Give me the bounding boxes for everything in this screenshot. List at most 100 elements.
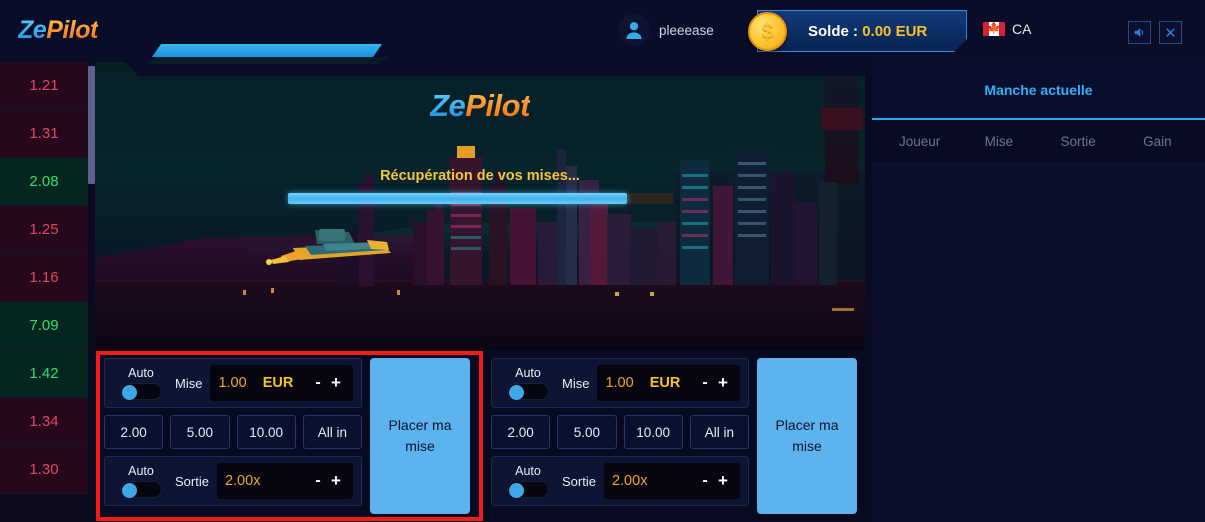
auto-cashout-label: Auto xyxy=(128,464,154,478)
auto-cashout-label: Auto xyxy=(515,464,541,478)
header-decoration-shadow xyxy=(146,57,389,64)
tab-manche-actuelle-label: Manche actuelle xyxy=(984,82,1093,98)
stake-input[interactable]: 1.00 EUR - + xyxy=(597,365,740,401)
quick-stake-button[interactable]: 10.00 xyxy=(623,415,683,449)
stake-currency: EUR xyxy=(262,375,294,391)
auto-cashout-toggle[interactable] xyxy=(507,481,549,498)
stake-value: 1.00 xyxy=(605,375,634,391)
user-icon xyxy=(626,22,642,39)
quick-stake-button[interactable]: 5.00 xyxy=(170,415,230,449)
username-label: pleeease xyxy=(659,22,714,38)
auto-bet-toggle[interactable] xyxy=(507,383,549,400)
game-app-window: ZePilot pleeease Solde : 0.00 EUR $ 🍁 CA xyxy=(0,0,1205,522)
quick-stake-button[interactable]: 5.00 xyxy=(557,415,617,449)
auto-bet-label: Auto xyxy=(128,366,154,380)
stake-row: Auto Mise 1.00 EUR - + xyxy=(104,358,362,408)
brand-logo: ZePilot xyxy=(18,16,98,45)
history-item[interactable]: 1.30 xyxy=(0,446,88,494)
brand-logo-ze: Ze xyxy=(18,16,47,44)
rounds-table-header: Joueur Mise Sortie Gain xyxy=(872,120,1205,162)
app-header: ZePilot pleeease Solde : 0.00 EUR $ 🍁 CA xyxy=(0,0,1205,62)
user-account-block[interactable]: pleeease xyxy=(618,14,714,46)
history-item[interactable]: 1.42 xyxy=(0,350,88,398)
history-item[interactable]: 1.31 xyxy=(0,110,88,158)
cashout-label: Sortie xyxy=(175,473,209,489)
stake-increment-button[interactable]: + xyxy=(327,373,345,393)
progress-bar-track xyxy=(288,193,673,204)
cashout-value: 2.00x xyxy=(224,473,261,489)
stake-decrement-button[interactable]: - xyxy=(309,374,327,392)
quick-stake-button[interactable]: 2.00 xyxy=(491,415,551,449)
cashout-increment-button[interactable]: + xyxy=(714,471,732,491)
locale-label: CA xyxy=(1012,21,1032,37)
cashout-row: Auto Sortie 2.00x - + xyxy=(104,456,362,506)
history-item[interactable]: 1.21 xyxy=(0,62,88,110)
history-item[interactable]: 1.34 xyxy=(0,398,88,446)
quick-stake-button[interactable]: All in xyxy=(302,415,362,449)
rounds-column-header: Gain xyxy=(1143,133,1172,149)
rounds-column-header: Mise xyxy=(984,133,1014,149)
stake-label: Mise xyxy=(175,375,203,391)
bet-panel-fields: Auto Mise 1.00 EUR - +2.00 5.00 10.00 All in Auto… xyxy=(104,358,362,514)
stake-increment-button[interactable]: + xyxy=(714,373,732,393)
history-item[interactable]: 7.09 xyxy=(0,302,88,350)
balance-amount: 0.00 xyxy=(862,22,892,40)
cashout-decrement-button[interactable]: - xyxy=(696,472,714,490)
history-scrollbar-thumb[interactable] xyxy=(88,66,95,184)
auto-bet-toggle[interactable] xyxy=(120,383,162,400)
game-canvas: ZePilot Récupération de vos mises... xyxy=(95,62,865,350)
balance-pill[interactable]: Solde : 0.00 EUR xyxy=(757,10,967,52)
auto-cashout-control[interactable]: Auto xyxy=(500,464,556,498)
toggle-knob xyxy=(509,483,524,498)
close-icon[interactable]: ✕ xyxy=(1159,21,1182,44)
auto-bet-control[interactable]: Auto xyxy=(113,366,169,400)
auto-cashout-control[interactable]: Auto xyxy=(113,464,169,498)
toggle-knob xyxy=(122,385,137,400)
place-bet-button[interactable]: Placer ma mise xyxy=(757,358,857,514)
auto-cashout-toggle[interactable] xyxy=(120,481,162,498)
cashout-row: Auto Sortie 2.00x - + xyxy=(491,456,749,506)
stake-row: Auto Mise 1.00 EUR - + xyxy=(491,358,749,408)
game-top-mask xyxy=(95,62,865,76)
balance-label: Solde : xyxy=(808,22,859,40)
history-item[interactable]: 2.08 xyxy=(0,158,88,206)
game-logo-pilot: Pilot xyxy=(465,88,530,123)
bet-panel-primary: Auto Mise 1.00 EUR - +2.00 5.00 10.00 All in Auto… xyxy=(104,358,475,514)
stake-decrement-button[interactable]: - xyxy=(696,374,714,392)
bet-panel-fields: Auto Mise 1.00 EUR - + 2.00 5.00 10.00 All in Auto… xyxy=(491,358,749,514)
progress-bar-fill xyxy=(288,193,627,204)
toggle-knob xyxy=(122,483,137,498)
game-logo: ZePilot xyxy=(95,88,865,124)
cashout-decrement-button[interactable]: - xyxy=(309,472,327,490)
stake-input[interactable]: 1.00 EUR - + xyxy=(210,365,353,401)
speaker-icon[interactable] xyxy=(1128,21,1151,44)
cashout-input[interactable]: 2.00x - + xyxy=(216,463,353,499)
rounds-table-body xyxy=(872,162,1205,522)
cashout-input[interactable]: 2.00x - + xyxy=(603,463,740,499)
tab-manche-actuelle[interactable]: Manche actuelle xyxy=(872,62,1205,120)
place-bet-button[interactable]: Placer ma mise xyxy=(370,358,470,514)
rounds-column-header: Sortie xyxy=(1060,133,1096,149)
cashout-label: Sortie xyxy=(562,473,596,489)
airplane-icon xyxy=(266,229,391,265)
history-item[interactable]: 1.25 xyxy=(0,206,88,254)
cashout-increment-button[interactable]: + xyxy=(327,471,345,491)
quick-stake-button[interactable]: 2.00 xyxy=(104,415,164,449)
round-history-sidebar[interactable]: 1.21 1.31 2.08 1.25 1.16 7.09 1.42 1.34 1.30 xyxy=(0,62,88,522)
avatar xyxy=(618,14,650,46)
stake-value: 1.00 xyxy=(218,375,247,391)
history-item[interactable]: 1.16 xyxy=(0,254,88,302)
quick-stake-row: 2.00 5.00 10.00 All in xyxy=(104,415,362,449)
rounds-panel: Manche actuelle Joueur Mise Sortie Gain xyxy=(872,62,1205,522)
stake-label: Mise xyxy=(562,375,590,391)
quick-stake-button[interactable]: 10.00 xyxy=(236,415,296,449)
header-decoration-bar xyxy=(152,44,382,57)
locale-block[interactable]: 🍁 CA xyxy=(983,21,1031,37)
canada-flag-icon: 🍁 xyxy=(983,22,1005,36)
coin-icon: $ xyxy=(748,12,787,51)
quick-stake-button[interactable]: All in xyxy=(689,415,749,449)
game-logo-ze: Ze xyxy=(430,88,466,123)
auto-bet-control[interactable]: Auto xyxy=(500,366,556,400)
game-status-text: Récupération de vos mises... xyxy=(380,168,580,184)
rounds-column-header: Joueur xyxy=(898,133,941,149)
